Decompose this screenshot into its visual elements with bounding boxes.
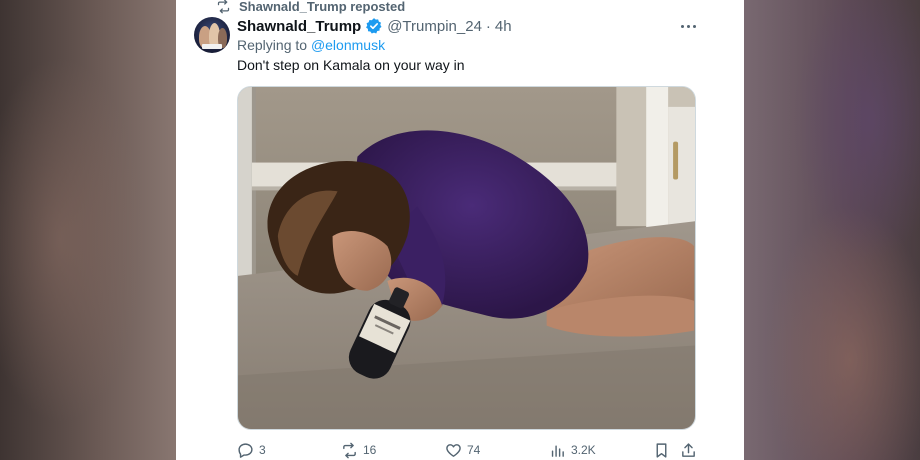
views-count: 3.2K xyxy=(571,443,596,457)
replying-to: Replying to @elonmusk xyxy=(237,37,385,53)
bookmark-button[interactable] xyxy=(653,440,670,460)
tweet-actions: 3 16 74 3.2K xyxy=(237,440,697,460)
like-count: 74 xyxy=(467,443,481,457)
like-icon xyxy=(446,443,461,457)
repost-indicator: Shawnald_Trump reposted xyxy=(216,0,405,14)
like-button[interactable]: 74 xyxy=(445,440,480,460)
retweet-icon xyxy=(343,442,356,458)
share-icon xyxy=(682,442,695,457)
more-icon[interactable] xyxy=(676,16,700,36)
avatar[interactable] xyxy=(194,17,230,53)
bookmark-icon xyxy=(656,442,667,458)
tweet-card[interactable]: Shawnald_Trump reposted Shawnald_Trump @… xyxy=(176,0,744,460)
blurred-background-right xyxy=(740,0,920,460)
retweet-count: 16 xyxy=(363,443,377,457)
separator-dot: · xyxy=(485,17,491,35)
verified-badge-icon xyxy=(365,17,383,35)
views-button[interactable]: 3.2K xyxy=(549,440,596,460)
display-name[interactable]: Shawnald_Trump xyxy=(237,18,361,35)
views-icon xyxy=(551,445,564,457)
reply-count: 3 xyxy=(259,443,266,457)
repost-label: Shawnald_Trump reposted xyxy=(239,0,406,14)
reply-icon xyxy=(238,442,253,458)
timestamp[interactable]: 4h xyxy=(495,18,512,35)
mention-link[interactable]: @elonmusk xyxy=(311,37,385,53)
tweet-text: Don't step on Kamala on your way in xyxy=(237,57,465,73)
replying-to-label: Replying to xyxy=(237,37,308,53)
reply-button[interactable]: 3 xyxy=(237,440,266,460)
photo-woman-on-floor xyxy=(238,87,695,429)
retweet-button[interactable]: 16 xyxy=(341,440,376,460)
handle[interactable]: @Trumpin_24 xyxy=(387,18,482,35)
blurred-background-left xyxy=(0,0,180,460)
repost-icon xyxy=(217,0,230,13)
share-button[interactable] xyxy=(680,440,697,460)
tweet-header: Shawnald_Trump @Trumpin_24 · 4h xyxy=(237,16,512,36)
tweet-image[interactable] xyxy=(237,86,696,430)
